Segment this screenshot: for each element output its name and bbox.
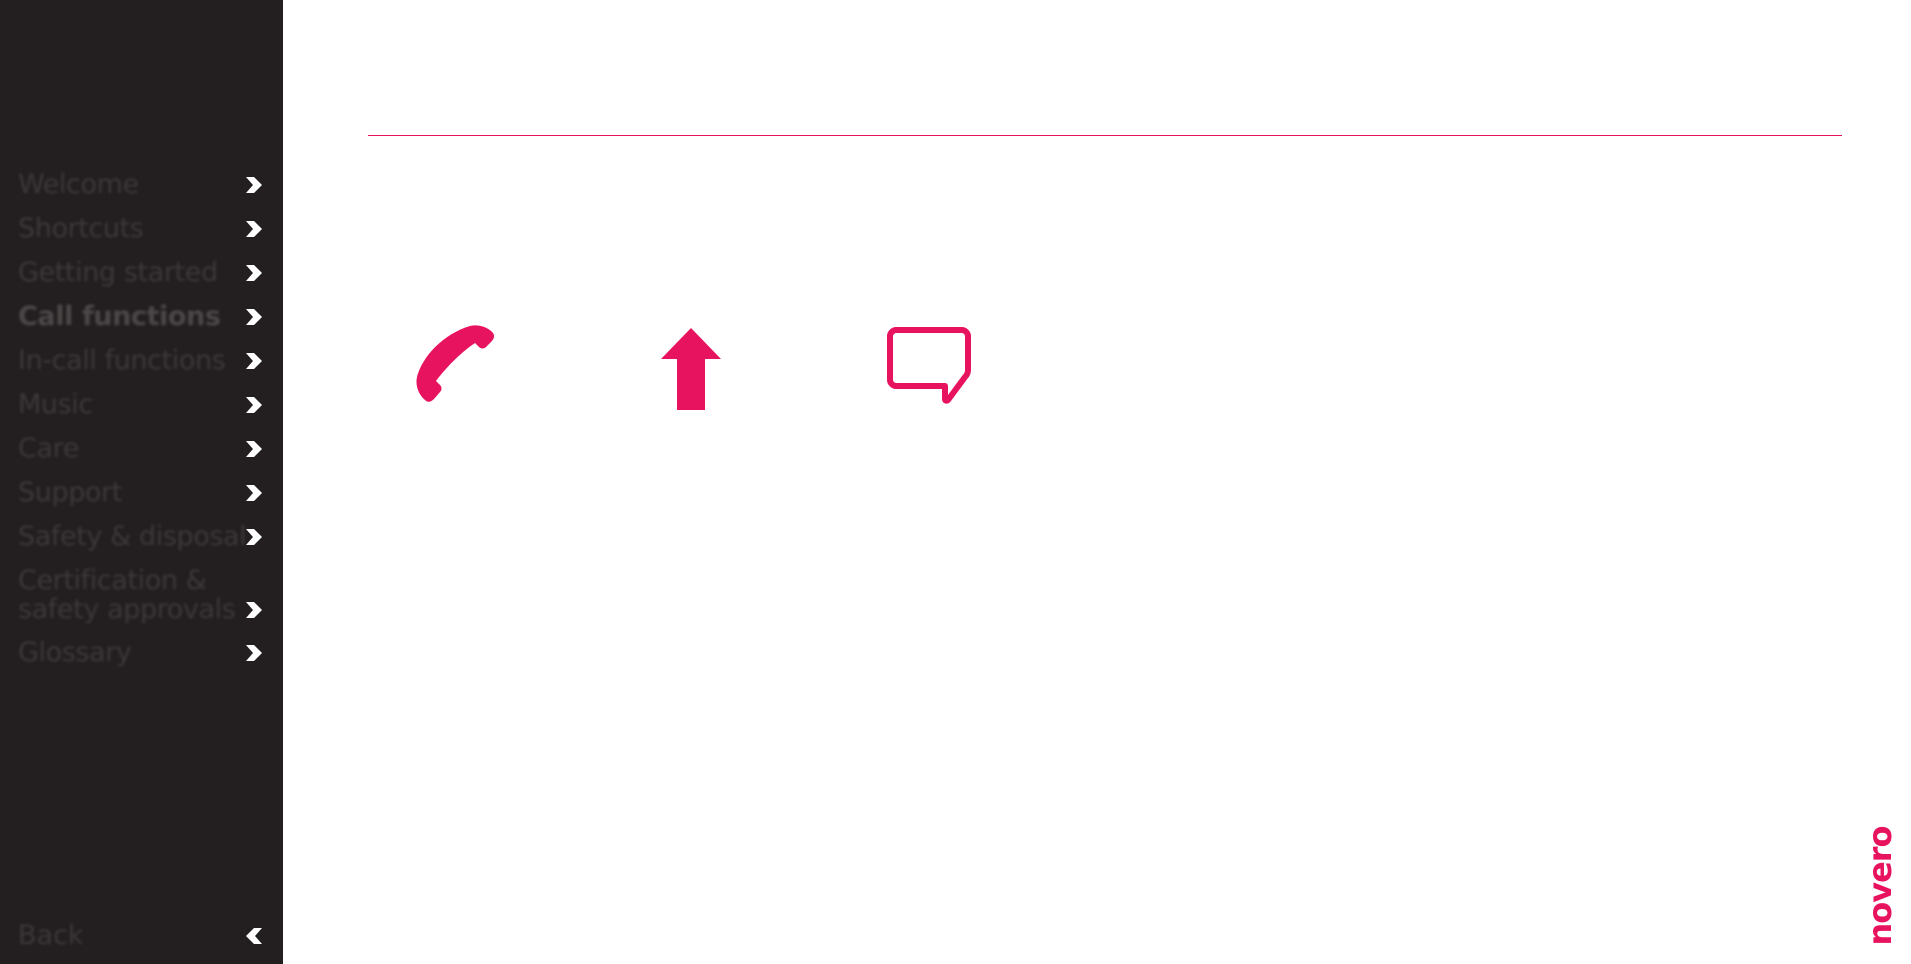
- up-arrow-icon[interactable]: [658, 326, 724, 412]
- sidebar-item-label: Music: [18, 389, 93, 420]
- chevron-right-icon: [246, 529, 262, 545]
- phone-icon[interactable]: [408, 324, 498, 414]
- chevron-right-icon: [246, 645, 262, 661]
- chevron-right-icon: [246, 265, 262, 281]
- logo-text: novero: [1861, 826, 1899, 946]
- chevron-right-icon: [246, 485, 262, 501]
- sidebar-item-label: Safety & disposal: [18, 521, 247, 552]
- sidebar-item-welcome[interactable]: Welcome: [0, 163, 283, 207]
- chevron-right-icon: [246, 177, 262, 193]
- chevron-right-icon: [246, 397, 262, 413]
- novero-logo: novero: [1860, 818, 1900, 954]
- sidebar-item-shortcuts[interactable]: Shortcuts: [0, 207, 283, 251]
- sidebar-item-support[interactable]: Support: [0, 471, 283, 515]
- back-button[interactable]: Back: [0, 918, 283, 954]
- sidebar-item-glossary[interactable]: Glossary: [0, 631, 283, 675]
- chevron-right-icon: [246, 221, 262, 237]
- sidebar-item-label: Call functions: [18, 301, 221, 332]
- title-divider: [368, 135, 1842, 136]
- back-label: Back: [18, 920, 84, 951]
- chevron-left-icon: [246, 928, 262, 944]
- sidebar-item-label: Shortcuts: [18, 213, 144, 244]
- sidebar-item-safety-disposal[interactable]: Safety & disposal: [0, 515, 283, 559]
- sidebar-item-certification[interactable]: Certification & safety approvals: [0, 566, 283, 628]
- sidebar-item-label: Certification & safety approvals: [18, 565, 236, 625]
- chevron-right-icon: [246, 602, 262, 618]
- chevron-right-icon: [246, 353, 262, 369]
- speech-bubble-icon[interactable]: [886, 326, 972, 408]
- sidebar-item-music[interactable]: Music: [0, 383, 283, 427]
- sidebar-item-call-functions[interactable]: Call functions: [0, 295, 283, 339]
- sidebar-item-care[interactable]: Care: [0, 427, 283, 471]
- sidebar-item-label: Welcome: [18, 169, 139, 200]
- sidebar-item-label: In-call functions: [18, 345, 226, 376]
- sidebar-item-label: Support: [18, 477, 122, 508]
- chevron-right-icon: [246, 309, 262, 325]
- chevron-right-icon: [246, 441, 262, 457]
- sidebar-item-in-call-functions[interactable]: In-call functions: [0, 339, 283, 383]
- sidebar-item-label: Getting started: [18, 257, 218, 288]
- sidebar: Welcome Shortcuts Getting started Call f…: [0, 0, 283, 964]
- sidebar-item-label: Glossary: [18, 637, 132, 668]
- sidebar-item-getting-started[interactable]: Getting started: [0, 251, 283, 295]
- sidebar-item-label: Care: [18, 433, 79, 464]
